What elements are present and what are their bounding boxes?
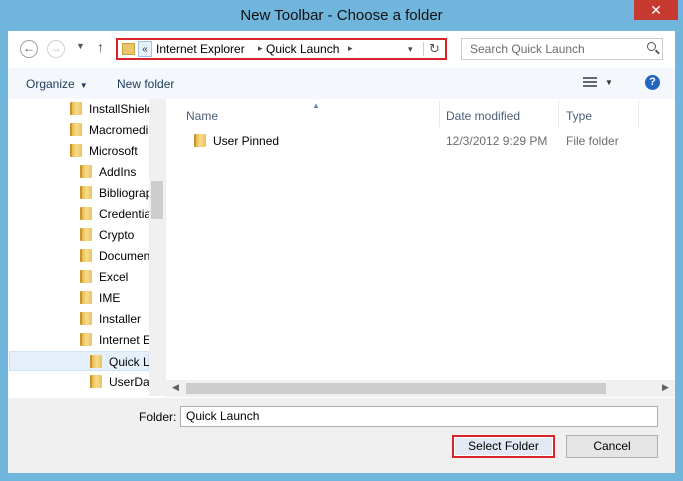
column-divider[interactable] — [638, 101, 639, 127]
tree-item-label: Crypto — [99, 228, 135, 242]
chevron-down-icon[interactable]: ▼ — [605, 78, 613, 87]
bottom-panel: Folder: Quick Launch Select Folder Cance… — [8, 398, 675, 473]
tree-item[interactable]: Microsoft — [70, 141, 138, 161]
folder-icon — [80, 291, 92, 304]
up-button[interactable]: ↑ — [97, 39, 104, 55]
tree-item[interactable]: AddIns — [80, 162, 136, 182]
horizontal-scroll-thumb[interactable] — [186, 383, 606, 394]
folder-field[interactable]: Quick Launch — [180, 406, 658, 427]
command-bar: Organize ▼ New folder ▼ ? — [8, 68, 675, 100]
folder-icon — [70, 102, 82, 115]
tree-item[interactable]: InstallShield — [70, 99, 154, 119]
sort-ascending-icon: ▲ — [312, 101, 320, 110]
search-box[interactable]: Search Quick Launch — [461, 38, 663, 60]
close-button[interactable]: ✕ — [634, 0, 678, 20]
folder-icon — [80, 186, 92, 199]
file-row[interactable]: User Pinned 12/3/2012 9:29 PM File folde… — [180, 131, 660, 151]
tree-item[interactable]: Credentials — [80, 204, 160, 224]
tree-item-selected[interactable]: Quick Launch — [9, 351, 166, 371]
tree-item[interactable]: Crypto — [80, 225, 134, 245]
back-button[interactable]: ← — [20, 40, 38, 58]
tree-scroll-thumb[interactable] — [151, 181, 163, 219]
tree-scrollbar[interactable] — [149, 99, 166, 396]
dialog-client: ← → ▼ ↑ « Internet Explorer ▸ Quick Laun… — [8, 31, 675, 473]
breadcrumb-quick-launch[interactable]: Quick Launch — [266, 42, 339, 56]
folder-icon — [70, 144, 82, 157]
window-title: New Toolbar - Choose a folder — [240, 7, 443, 24]
tree-item-label: Excel — [99, 270, 129, 284]
folder-icon — [90, 355, 102, 368]
folder-icon — [80, 249, 92, 262]
folder-icon — [80, 228, 92, 241]
folder-icon — [80, 165, 92, 178]
breadcrumb-separator-icon[interactable]: ▸ — [348, 43, 353, 54]
tree-item-label: Macromedia — [89, 123, 156, 137]
column-divider[interactable] — [439, 101, 440, 127]
select-folder-button[interactable]: Select Folder — [452, 435, 555, 458]
folder-icon — [80, 333, 92, 346]
column-header-date[interactable]: Date modified — [446, 105, 520, 127]
search-input[interactable]: Search Quick Launch — [470, 42, 585, 56]
organize-label: Organize — [26, 77, 75, 91]
folder-icon — [80, 312, 92, 325]
tree-item-label: AddIns — [99, 165, 137, 179]
horizontal-scrollbar[interactable]: ◀ ▶ — [166, 380, 675, 397]
tree-item[interactable]: Macromedia — [70, 120, 155, 140]
help-icon[interactable]: ? — [645, 75, 660, 90]
new-folder-button[interactable]: New folder — [117, 77, 174, 91]
file-name: User Pinned — [213, 134, 280, 148]
organize-button[interactable]: Organize ▼ — [26, 77, 88, 91]
forward-button[interactable]: → — [47, 40, 65, 58]
breadcrumb-separator-icon[interactable]: ▸ — [258, 43, 263, 54]
view-options-icon[interactable] — [583, 77, 597, 88]
folder-icon — [122, 43, 135, 55]
folder-icon — [80, 270, 92, 283]
tree-item[interactable]: IME — [80, 288, 120, 308]
tree-item[interactable]: Installer — [80, 309, 141, 329]
column-header-name[interactable]: Name — [186, 105, 218, 127]
tree-item[interactable]: Documents — [80, 246, 160, 266]
breadcrumb-internet-explorer[interactable]: Internet Explorer — [156, 42, 245, 56]
title-bar[interactable]: New Toolbar - Choose a folder ✕ — [0, 0, 683, 32]
tree-item[interactable]: Excel — [80, 267, 128, 287]
file-name-cell: User Pinned — [194, 131, 279, 151]
folder-label: Folder: — [139, 410, 177, 424]
tree-item-label: Installer — [99, 312, 142, 326]
navigation-tree[interactable]: InstallShield Macromedia Microsoft AddIn… — [8, 99, 166, 396]
dialog-window: New Toolbar - Choose a folder ✕ ← → ▼ ↑ … — [0, 0, 683, 481]
column-divider[interactable] — [558, 101, 559, 127]
tree-item-label: Microsoft — [89, 144, 138, 158]
address-overflow-button[interactable]: « — [138, 41, 152, 57]
folder-icon — [90, 375, 102, 388]
file-date: 12/3/2012 9:29 PM — [446, 134, 548, 148]
recent-locations-icon[interactable]: ▼ — [76, 41, 85, 51]
scroll-left-icon[interactable]: ◀ — [172, 382, 179, 393]
refresh-icon[interactable]: ↻ — [429, 41, 440, 57]
address-divider — [423, 42, 424, 56]
cancel-button[interactable]: Cancel — [566, 435, 658, 458]
address-dropdown-icon[interactable]: ▾ — [408, 44, 413, 55]
tree-item-label: InstallShield — [89, 102, 154, 116]
column-header-type[interactable]: Type — [566, 105, 592, 127]
address-bar[interactable]: « Internet Explorer ▸ Quick Launch ▸ ▾ ↻ — [116, 38, 447, 60]
scroll-right-icon[interactable]: ▶ — [662, 382, 669, 393]
tree-item-label: IME — [99, 291, 121, 305]
chevron-down-icon: ▼ — [79, 81, 88, 90]
folder-icon — [80, 207, 92, 220]
search-icon[interactable] — [647, 42, 656, 51]
file-type: File folder — [566, 134, 619, 148]
file-list[interactable]: ▲ Name Date modified Type User Pinned 12… — [166, 99, 675, 398]
folder-icon — [70, 123, 82, 136]
folder-icon — [194, 134, 206, 147]
